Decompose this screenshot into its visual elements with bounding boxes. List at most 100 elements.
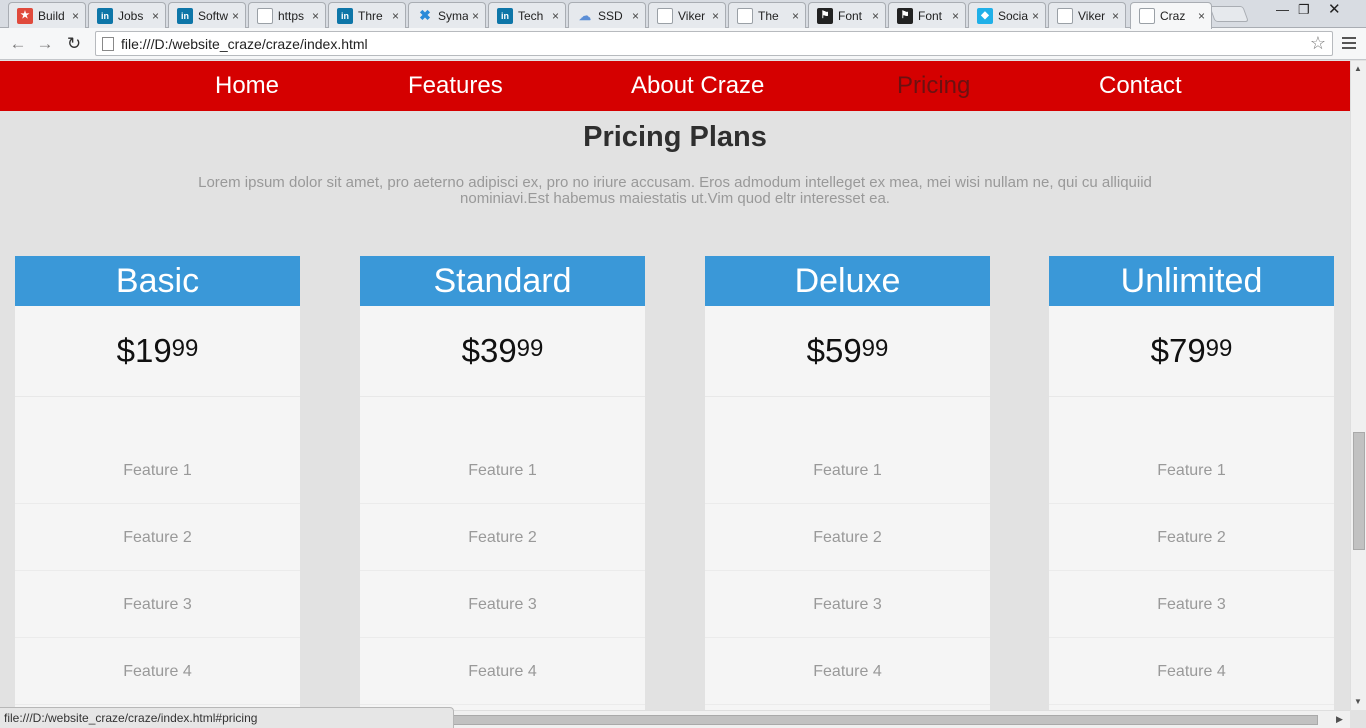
tab-close-icon[interactable]: × — [312, 9, 319, 23]
browser-tab[interactable]: in Softw × — [168, 2, 246, 28]
price-main: $59 — [806, 332, 862, 369]
scroll-right-icon[interactable]: ▶ — [1336, 714, 1343, 725]
back-icon[interactable]: ← — [6, 32, 30, 56]
scroll-down-icon[interactable]: ▼ — [1354, 697, 1362, 706]
tab-title: Viker — [678, 8, 706, 23]
tab-title: Viker — [1078, 8, 1106, 23]
bookmark-star-icon[interactable]: ☆ — [1310, 33, 1326, 54]
tab-close-icon[interactable]: × — [872, 9, 879, 23]
price-cents: 99 — [516, 335, 544, 362]
tab-close-icon[interactable]: × — [552, 9, 559, 23]
x-icon: ✖ — [419, 7, 431, 23]
browser-tab[interactable]: Viker × — [648, 2, 726, 28]
tab-close-icon[interactable]: × — [632, 9, 639, 23]
plan-feature: Feature 4 — [1049, 638, 1334, 705]
tab-title: Thre — [358, 8, 383, 23]
browser-tab[interactable]: Craz × — [1130, 2, 1212, 29]
tab-title: Build — [38, 8, 65, 23]
browser-tab[interactable]: ⚑ Font × — [808, 2, 886, 28]
tab-close-icon[interactable]: × — [72, 9, 79, 23]
tab-title: Jobs — [118, 8, 144, 23]
plan-feature: Feature 2 — [360, 504, 645, 571]
plan-feature: Feature 4 — [15, 638, 300, 705]
build-icon: ★ — [17, 7, 33, 24]
browser-tab[interactable]: ⚑ Font × — [888, 2, 966, 28]
tab-close-icon[interactable]: × — [472, 9, 479, 23]
tab-close-icon[interactable]: × — [712, 9, 719, 23]
tab-title: SSD — [598, 8, 623, 23]
plan-price: $3999 — [360, 306, 645, 397]
plan-feature: Feature 2 — [1049, 504, 1334, 571]
address-bar[interactable]: file:///D:/website_craze/craze/index.htm… — [95, 31, 1333, 56]
tab-title: Syma — [438, 8, 468, 23]
tab-close-icon[interactable]: × — [792, 9, 799, 23]
tab-close-icon[interactable]: × — [952, 9, 959, 23]
browser-toolbar: ← → ↻ file:///D:/website_craze/craze/ind… — [0, 28, 1366, 60]
browser-tab[interactable]: ✖ Syma × — [408, 2, 486, 28]
nav-contact[interactable]: Contact — [1099, 72, 1182, 100]
cloud-icon: ☁ — [579, 8, 591, 23]
price-cents: 99 — [861, 335, 889, 362]
page-icon — [102, 36, 114, 51]
browser-tab[interactable]: ☁ SSD × — [568, 2, 646, 28]
page-icon — [737, 7, 753, 24]
tab-close-icon[interactable]: × — [1032, 9, 1039, 23]
plan-feature: Feature 1 — [705, 437, 990, 504]
new-tab-button[interactable] — [1209, 6, 1249, 22]
browser-tab[interactable]: in Tech × — [488, 2, 566, 28]
nav-home[interactable]: Home — [215, 72, 279, 100]
tab-close-icon[interactable]: × — [392, 9, 399, 23]
plan-feature: Feature 1 — [15, 437, 300, 504]
tab-title: https — [278, 8, 305, 23]
page-icon — [1057, 7, 1073, 24]
tab-strip: ★ Build × in Jobs × in Softw × https × in Thre × ✖ Syma… — [0, 0, 1366, 29]
address-url[interactable]: file:///D:/website_craze/craze/index.htm… — [121, 36, 368, 52]
vertical-scrollbar[interactable]: ▲ ▼ — [1350, 61, 1366, 710]
flag-icon: ⚑ — [817, 7, 833, 24]
browser-tab[interactable]: https × — [248, 2, 326, 28]
linkedin-icon: in — [97, 7, 113, 24]
browser-tab[interactable]: Viker × — [1048, 2, 1126, 28]
plan-name: Deluxe — [705, 256, 990, 306]
plan-feature: Feature 3 — [360, 571, 645, 638]
minimize-icon[interactable]: — — [1276, 2, 1289, 17]
vertical-scroll-thumb[interactable] — [1353, 432, 1365, 550]
tab-close-icon[interactable]: × — [232, 9, 239, 23]
tab-close-icon[interactable]: × — [1112, 9, 1119, 23]
reload-icon[interactable]: ↻ — [62, 32, 86, 56]
nav-pricing[interactable]: Pricing — [897, 72, 970, 100]
nav-features[interactable]: Features — [408, 72, 503, 100]
tab-title: Softw — [198, 8, 228, 23]
status-bar: file:///D:/website_craze/craze/index.htm… — [0, 707, 454, 728]
page-icon — [1139, 8, 1155, 24]
price-cents: 99 — [171, 335, 199, 362]
close-window-icon[interactable]: ✕ — [1328, 0, 1341, 18]
price-main: $39 — [461, 332, 517, 369]
forward-icon[interactable]: → — [33, 32, 57, 56]
tab-title: Font — [838, 8, 863, 23]
linkedin-icon: in — [497, 7, 513, 24]
browser-tab[interactable]: in Jobs × — [88, 2, 166, 28]
menu-icon[interactable] — [1342, 32, 1360, 54]
browser-tab[interactable]: ★ Build × — [8, 2, 86, 28]
site-navbar: Home Features About Craze Pricing Contac… — [0, 61, 1350, 111]
horizontal-scroll-thumb[interactable] — [452, 715, 1318, 725]
plan-price: $7999 — [1049, 306, 1334, 397]
tab-close-icon[interactable]: × — [1198, 9, 1205, 23]
scroll-up-icon[interactable]: ▲ — [1354, 64, 1362, 73]
tab-title: Font — [918, 8, 943, 23]
tab-close-icon[interactable]: × — [152, 9, 159, 23]
pricing-card: Basic $1999 Feature 1 Feature 2 Feature 3 Fea… — [15, 256, 300, 710]
plan-feature: Feature 1 — [1049, 437, 1334, 504]
plan-name: Basic — [15, 256, 300, 306]
plan-feature: Feature 2 — [15, 504, 300, 571]
nav-about-craze[interactable]: About Craze — [631, 72, 764, 100]
page-icon — [257, 7, 273, 24]
plan-feature: Feature 2 — [705, 504, 990, 571]
plan-feature: Feature 1 — [360, 437, 645, 504]
pricing-card: Standard $3999 Feature 1 Feature 2 Feature 3… — [360, 256, 645, 710]
restore-icon[interactable]: ❐ — [1298, 2, 1310, 18]
browser-tab[interactable]: The × — [728, 2, 806, 28]
browser-tab[interactable]: ◆ Socia × — [968, 2, 1046, 28]
browser-tab[interactable]: in Thre × — [328, 2, 406, 28]
